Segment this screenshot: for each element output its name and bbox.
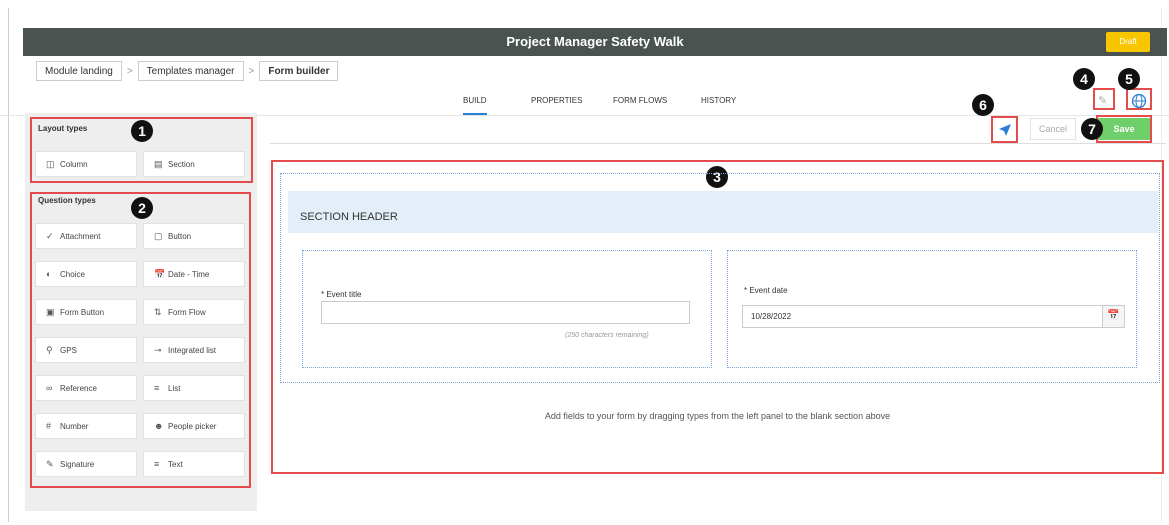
signature-icon: ✎ (46, 458, 54, 469)
question-item-choice[interactable]: ◐ Choice (35, 261, 137, 287)
event-date-label: * Event date (744, 286, 788, 295)
question-item-text[interactable]: ≡ Text (143, 451, 245, 477)
text-icon: ≡ (154, 459, 160, 469)
question-item-button[interactable]: ▢ Button (143, 223, 245, 249)
question-item-label: Number (60, 421, 89, 431)
breadcrumb-form-builder: Form builder (259, 61, 339, 81)
question-item-form-button[interactable]: ▣ Form Button (35, 299, 137, 325)
status-badge: Draft (1106, 32, 1150, 52)
event-date-input[interactable]: 10/28/2022 📅 (742, 305, 1125, 328)
question-item-label: Date - Time (168, 269, 210, 279)
callout-box-4 (1093, 88, 1115, 110)
question-item-date-time[interactable]: 📅 Date - Time (143, 261, 245, 287)
callout-badge-1: 1 (131, 120, 153, 142)
question-item-label: Integrated list (168, 345, 217, 355)
title-bar: Project Manager Safety Walk Draft (23, 28, 1167, 56)
tab-history[interactable]: HISTORY (701, 96, 736, 105)
callout-badge-5: 5 (1118, 68, 1140, 90)
question-item-people-picker[interactable]: ☻ People picker (143, 413, 245, 439)
callout-badge-6: 6 (972, 94, 994, 116)
event-title-label: * Event title (321, 290, 362, 299)
empty-state-message: Add fields to your form by dragging type… (544, 411, 891, 421)
question-item-label: Attachment (60, 231, 101, 241)
question-item-label: Button (168, 231, 192, 241)
tab-build[interactable]: BUILD (463, 96, 487, 115)
integrated-list-icon: ⊸ (154, 344, 162, 355)
date-time-icon: 📅 (154, 268, 166, 279)
question-item-attachment[interactable]: ✓ Attachment (35, 223, 137, 249)
section-header[interactable]: SECTION HEADER (288, 191, 1158, 233)
callout-badge-2: 2 (131, 197, 153, 219)
question-item-label: People picker (168, 421, 217, 431)
question-item-label: Choice (60, 269, 85, 279)
breadcrumb-separator-icon: > (126, 65, 133, 77)
question-item-label: Text (168, 459, 183, 469)
calendar-icon[interactable]: 📅 (1102, 306, 1124, 327)
question-item-label: Form Flow (168, 307, 206, 317)
question-item-signature[interactable]: ✎ Signature (35, 451, 137, 477)
question-item-label: GPS (60, 345, 77, 355)
people-picker-icon: ☻ (154, 421, 164, 431)
question-item-label: Signature (60, 459, 95, 469)
breadcrumb-templates-manager[interactable]: Templates manager (137, 61, 244, 81)
callout-box-5 (1126, 88, 1152, 110)
choice-icon: ◐ (46, 269, 52, 279)
breadcrumb: Module landing > Templates manager > For… (36, 61, 339, 81)
gps-icon: ⚲ (46, 344, 53, 355)
callout-badge-7: 7 (1081, 118, 1103, 140)
question-item-gps[interactable]: ⚲ GPS (35, 337, 137, 363)
cancel-button[interactable]: Cancel (1030, 118, 1076, 140)
question-item-number[interactable]: # Number (35, 413, 137, 439)
attachment-icon: ✓ (46, 230, 54, 241)
question-item-label: Reference (60, 383, 97, 393)
question-item-integrated-list[interactable]: ⊸ Integrated list (143, 337, 245, 363)
number-icon: # (46, 421, 52, 431)
question-item-reference[interactable]: ∞ Reference (35, 375, 137, 401)
callout-box-6 (991, 116, 1018, 143)
list-icon: ≡ (154, 383, 160, 393)
callout-badge-4: 4 (1073, 68, 1095, 90)
callout-box-7 (1096, 115, 1152, 143)
event-title-input[interactable] (321, 301, 690, 324)
event-date-value: 10/28/2022 (751, 312, 792, 321)
question-item-form-flow[interactable]: ⇅ Form Flow (143, 299, 245, 325)
tab-form-flows[interactable]: FORM FLOWS (613, 96, 667, 105)
breadcrumb-module-landing[interactable]: Module landing (36, 61, 122, 81)
tab-properties[interactable]: PROPERTIES (531, 96, 582, 105)
page-title: Project Manager Safety Walk (506, 34, 684, 49)
button-icon: ▢ (154, 230, 163, 241)
question-item-label: Form Button (60, 307, 105, 317)
question-item-list[interactable]: ≡ List (143, 375, 245, 401)
character-count-hint: (250 characters remaining) (565, 332, 649, 339)
question-item-label: List (168, 383, 181, 393)
reference-icon: ∞ (46, 383, 53, 393)
form-flow-icon: ⇅ (154, 306, 162, 317)
breadcrumb-separator-icon: > (248, 65, 255, 77)
form-button-icon: ▣ (46, 306, 55, 317)
